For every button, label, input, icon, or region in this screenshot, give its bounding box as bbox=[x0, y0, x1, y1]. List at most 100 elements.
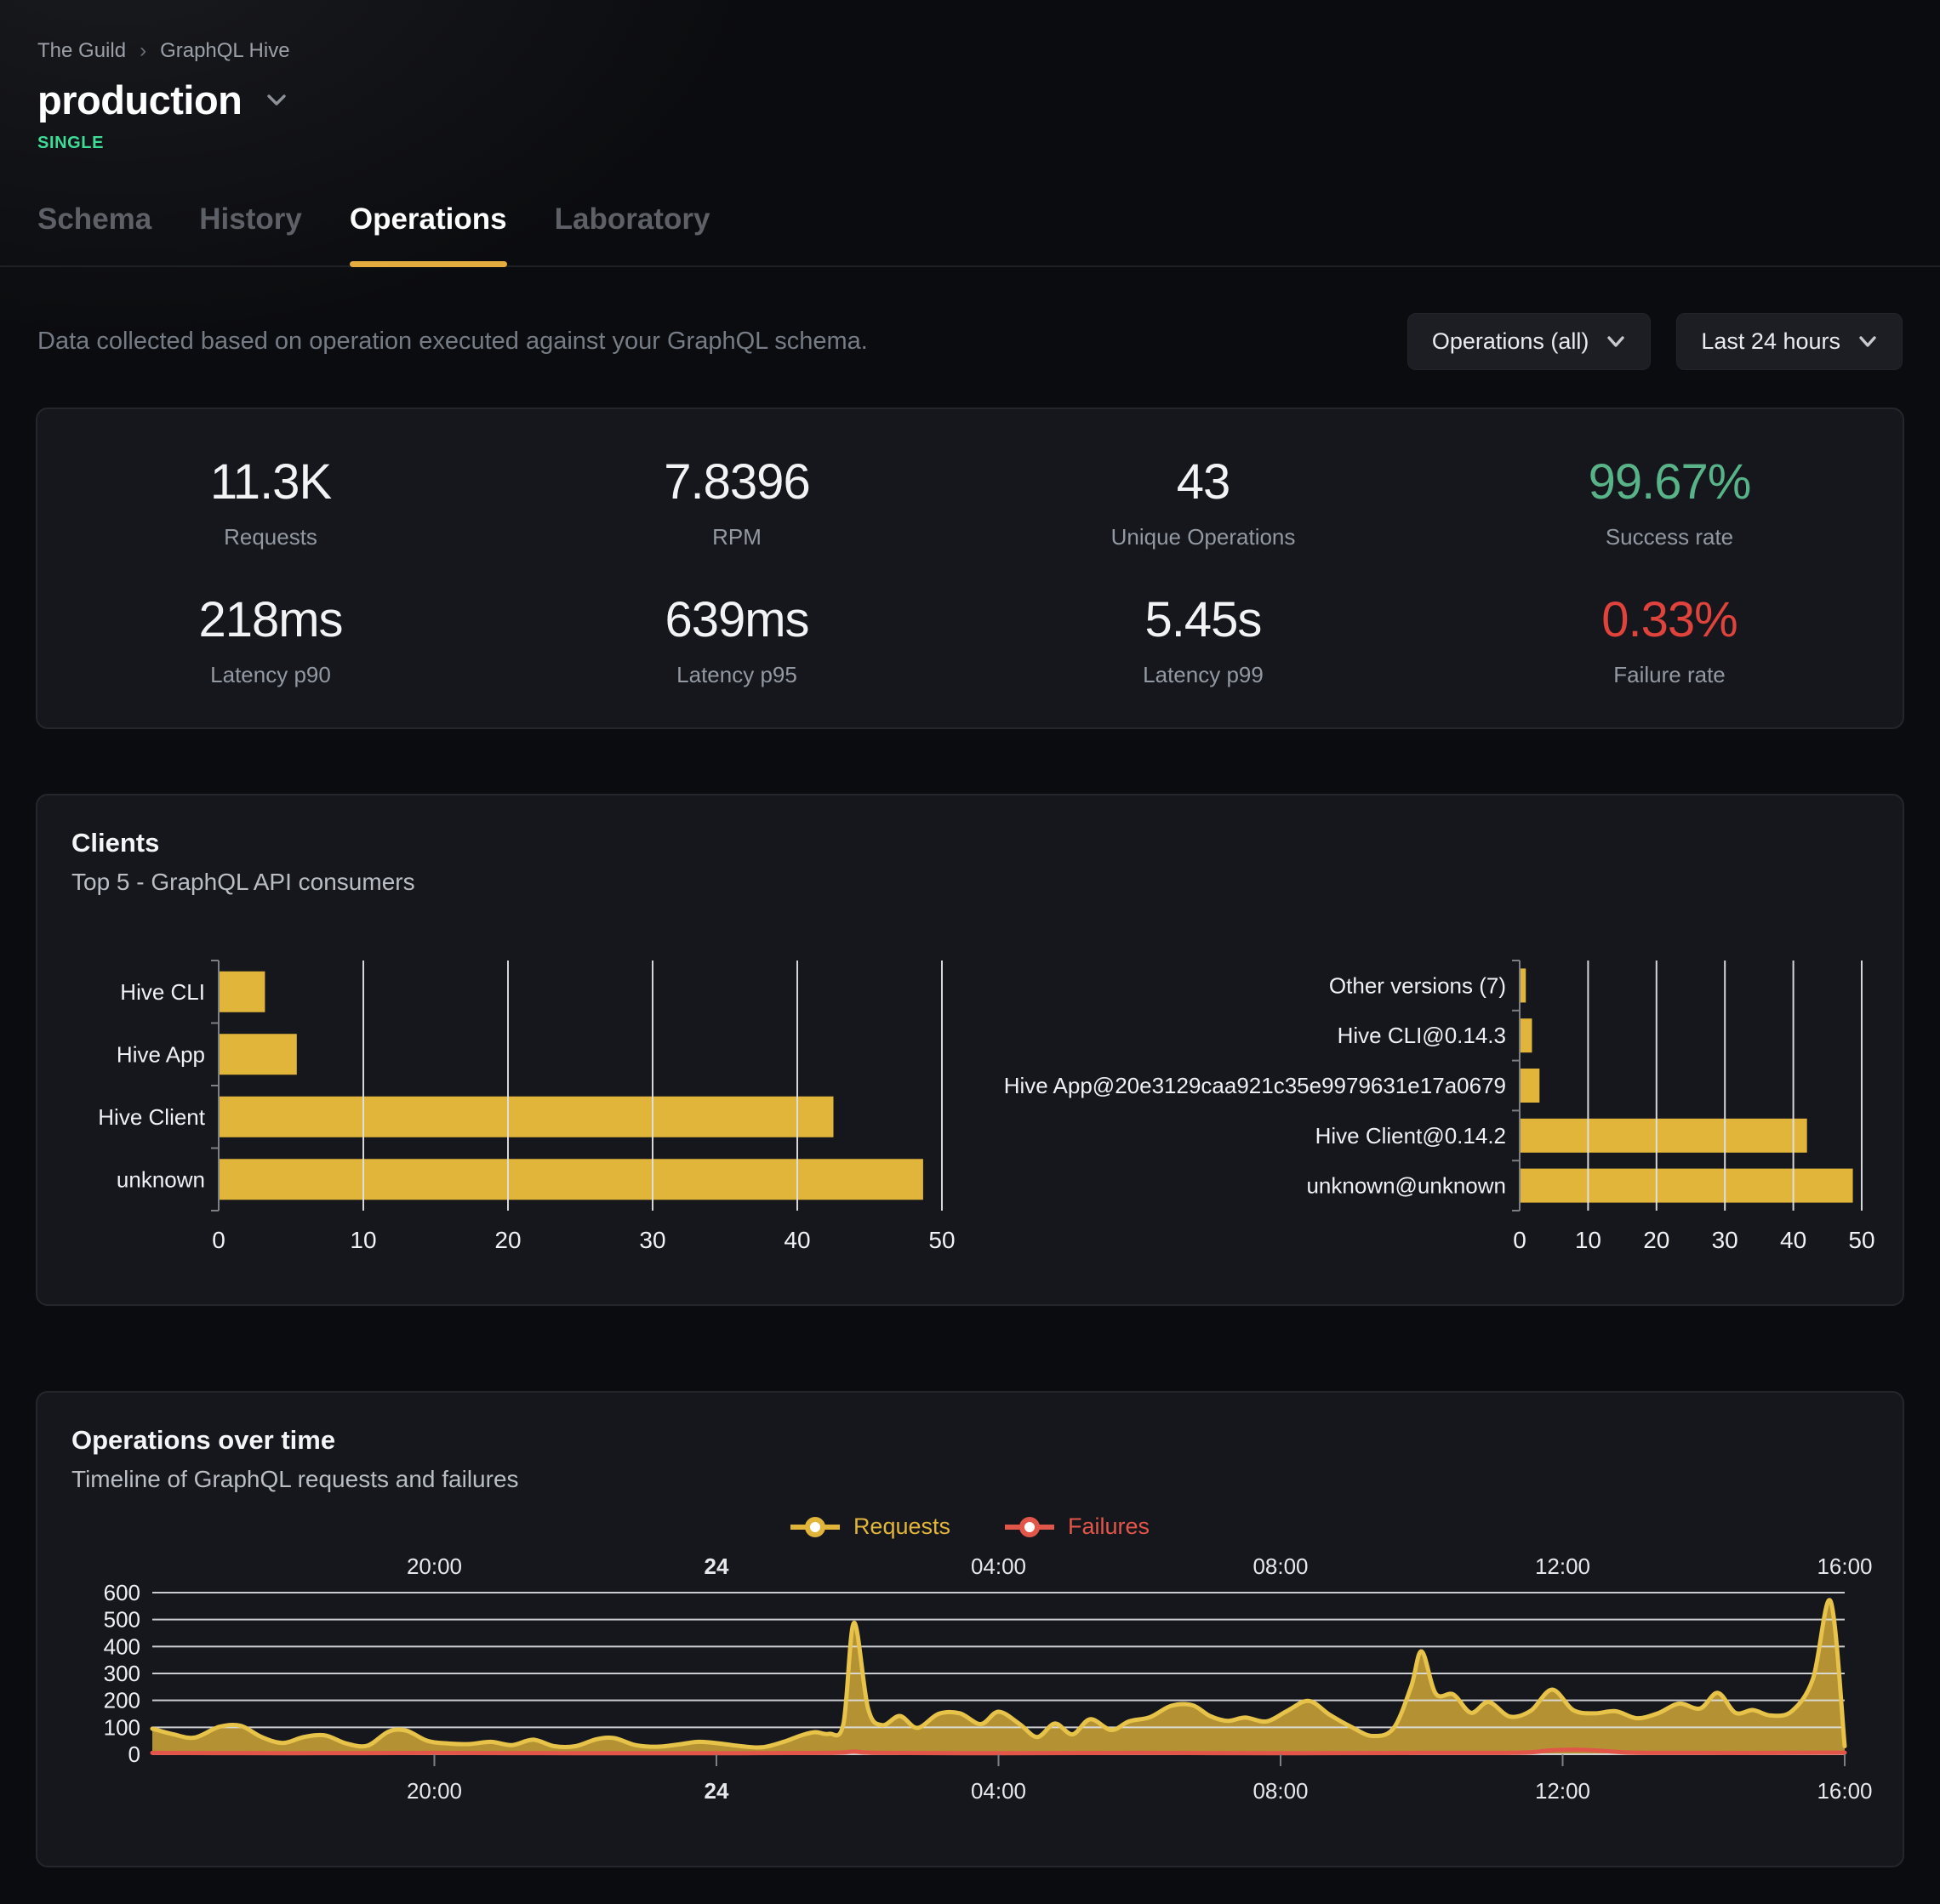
tab-bar: Schema History Operations Laboratory bbox=[0, 202, 1940, 267]
page-header: The Guild › GraphQL Hive production SING… bbox=[0, 0, 1940, 153]
svg-text:300: 300 bbox=[104, 1661, 140, 1686]
stat-label: Latency p99 bbox=[970, 662, 1436, 688]
svg-text:16:00: 16:00 bbox=[1817, 1778, 1872, 1804]
stat-value: 218ms bbox=[37, 591, 504, 648]
svg-text:0: 0 bbox=[1513, 1227, 1526, 1253]
svg-text:30: 30 bbox=[639, 1227, 665, 1253]
svg-text:Hive Client: Hive Client bbox=[98, 1104, 205, 1130]
operations-over-time-title: Operations over time bbox=[71, 1425, 1869, 1456]
tab-history[interactable]: History bbox=[199, 202, 302, 265]
clients-subtitle: Top 5 - GraphQL API consumers bbox=[71, 869, 1869, 896]
stat-value: 11.3K bbox=[37, 453, 504, 510]
stat-success-rate: 99.67% Success rate bbox=[1436, 453, 1903, 550]
stat-label: RPM bbox=[504, 524, 970, 550]
legend-label: Failures bbox=[1068, 1514, 1150, 1540]
stat-rpm: 7.8396 RPM bbox=[504, 453, 970, 550]
svg-text:24: 24 bbox=[705, 1553, 729, 1579]
svg-text:24: 24 bbox=[705, 1778, 729, 1804]
svg-text:40: 40 bbox=[1780, 1227, 1806, 1253]
legend-item-failures[interactable]: Failures bbox=[1005, 1514, 1150, 1540]
svg-text:100: 100 bbox=[104, 1714, 140, 1740]
target-switcher-chevron-icon[interactable] bbox=[264, 92, 289, 109]
breadcrumb-project-link[interactable]: GraphQL Hive bbox=[160, 39, 290, 63]
svg-text:04:00: 04:00 bbox=[971, 1553, 1026, 1579]
stat-latency-p90: 218ms Latency p90 bbox=[37, 591, 504, 688]
stat-unique-operations: 43 Unique Operations bbox=[970, 453, 1436, 550]
svg-text:10: 10 bbox=[350, 1227, 376, 1253]
tab-operations[interactable]: Operations bbox=[350, 202, 507, 265]
svg-text:Hive CLI@0.14.3: Hive CLI@0.14.3 bbox=[1338, 1023, 1506, 1048]
failures-legend-marker-icon bbox=[1005, 1517, 1054, 1537]
svg-text:08:00: 08:00 bbox=[1252, 1778, 1308, 1804]
stat-value: 639ms bbox=[504, 591, 970, 648]
requests-failures-timeline-chart: 0100200300400500600 20:00 20:00 24 24 04:00 04… bbox=[71, 1548, 1872, 1829]
stat-latency-p95: 639ms Latency p95 bbox=[504, 591, 970, 688]
svg-text:Hive CLI: Hive CLI bbox=[120, 979, 205, 1005]
stat-latency-p99: 5.45s Latency p99 bbox=[970, 591, 1436, 688]
svg-text:40: 40 bbox=[784, 1227, 810, 1253]
svg-text:200: 200 bbox=[104, 1688, 140, 1713]
operations-filter-label: Operations (all) bbox=[1432, 328, 1589, 355]
chevron-down-icon bbox=[1606, 335, 1626, 349]
legend-label: Requests bbox=[853, 1514, 950, 1540]
svg-text:400: 400 bbox=[104, 1633, 140, 1659]
stat-label: Requests bbox=[37, 524, 504, 550]
tab-laboratory[interactable]: Laboratory bbox=[555, 202, 710, 265]
svg-text:600: 600 bbox=[104, 1580, 140, 1605]
clients-by-name-bar-chart: Hive CLI Hive App Hive Client unknown 0 10 20 3… bbox=[71, 949, 972, 1272]
collection-description: Data collected based on operation execut… bbox=[37, 328, 868, 356]
svg-text:Hive Client@0.14.2: Hive Client@0.14.2 bbox=[1315, 1123, 1506, 1149]
svg-text:0: 0 bbox=[212, 1227, 225, 1253]
chevron-down-icon bbox=[1857, 335, 1878, 349]
stat-label: Success rate bbox=[1436, 524, 1903, 550]
target-mode-badge: SINGLE bbox=[37, 134, 1903, 153]
stat-failure-rate: 0.33% Failure rate bbox=[1436, 591, 1903, 688]
stats-summary-card: 11.3K Requests 7.8396 RPM 43 Unique Oper… bbox=[36, 408, 1904, 729]
svg-text:20: 20 bbox=[494, 1227, 521, 1253]
svg-text:08:00: 08:00 bbox=[1252, 1553, 1308, 1579]
breadcrumb-org-link[interactable]: The Guild bbox=[37, 39, 126, 63]
clients-by-version-bar-chart: Other versions (7) Hive CLI@0.14.3 Hive Ap… bbox=[972, 949, 1872, 1272]
stat-value: 99.67% bbox=[1436, 453, 1903, 510]
svg-text:20:00: 20:00 bbox=[407, 1553, 462, 1579]
svg-text:500: 500 bbox=[104, 1607, 140, 1633]
operations-over-time-card: Operations over time Timeline of GraphQL… bbox=[36, 1391, 1904, 1867]
page-title: production bbox=[37, 77, 242, 123]
timeline-legend: Requests Failures bbox=[71, 1514, 1869, 1540]
legend-item-requests[interactable]: Requests bbox=[790, 1514, 950, 1540]
stat-value: 7.8396 bbox=[504, 453, 970, 510]
operations-over-time-subtitle: Timeline of GraphQL requests and failure… bbox=[71, 1466, 1869, 1493]
breadcrumb-separator-icon: › bbox=[140, 39, 146, 63]
stat-label: Failure rate bbox=[1436, 662, 1903, 688]
svg-text:20: 20 bbox=[1643, 1227, 1669, 1253]
period-filter-label: Last 24 hours bbox=[1701, 328, 1840, 355]
svg-text:04:00: 04:00 bbox=[971, 1778, 1026, 1804]
svg-text:12:00: 12:00 bbox=[1535, 1553, 1590, 1579]
svg-text:Other versions (7): Other versions (7) bbox=[1329, 972, 1506, 998]
breadcrumb: The Guild › GraphQL Hive bbox=[37, 39, 1903, 63]
operations-toolbar: Data collected based on operation execut… bbox=[0, 313, 1940, 370]
svg-text:10: 10 bbox=[1575, 1227, 1601, 1253]
stat-requests: 11.3K Requests bbox=[37, 453, 504, 550]
stat-label: Latency p90 bbox=[37, 662, 504, 688]
stat-label: Unique Operations bbox=[970, 524, 1436, 550]
svg-text:0: 0 bbox=[128, 1742, 140, 1767]
svg-text:20:00: 20:00 bbox=[407, 1778, 462, 1804]
svg-text:unknown@unknown: unknown@unknown bbox=[1306, 1173, 1506, 1199]
svg-text:Hive App: Hive App bbox=[117, 1041, 205, 1067]
tab-schema[interactable]: Schema bbox=[37, 202, 151, 265]
svg-text:unknown: unknown bbox=[117, 1166, 205, 1192]
svg-text:16:00: 16:00 bbox=[1817, 1553, 1872, 1579]
clients-title: Clients bbox=[71, 828, 1869, 858]
stat-label: Latency p95 bbox=[504, 662, 970, 688]
svg-text:30: 30 bbox=[1712, 1227, 1738, 1253]
requests-legend-marker-icon bbox=[790, 1517, 840, 1537]
svg-text:12:00: 12:00 bbox=[1535, 1778, 1590, 1804]
stat-value: 43 bbox=[970, 453, 1436, 510]
stat-value: 5.45s bbox=[970, 591, 1436, 648]
clients-card: Clients Top 5 - GraphQL API consumers Hi… bbox=[36, 794, 1904, 1306]
period-filter-dropdown[interactable]: Last 24 hours bbox=[1676, 313, 1903, 370]
svg-text:50: 50 bbox=[928, 1227, 955, 1253]
operations-filter-dropdown[interactable]: Operations (all) bbox=[1407, 313, 1652, 370]
svg-text:Hive App@20e3129caa921c35e9979: Hive App@20e3129caa921c35e9979631e17a067… bbox=[1004, 1073, 1506, 1098]
